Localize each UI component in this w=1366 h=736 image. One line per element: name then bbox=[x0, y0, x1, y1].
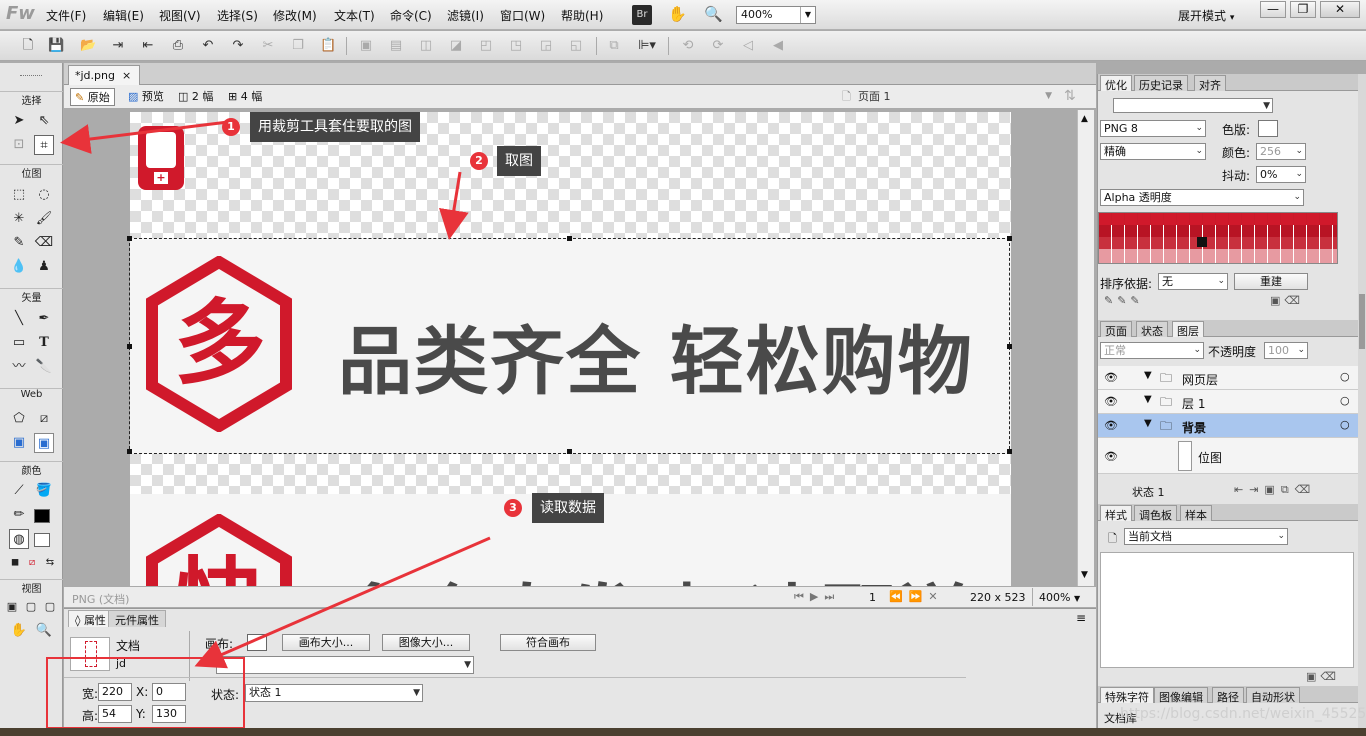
annotation-arrows bbox=[60, 120, 491, 669]
annotation-label-3: 读取数据 bbox=[532, 493, 604, 523]
highlight-box bbox=[46, 657, 245, 729]
annotation-label-2: 取图 bbox=[497, 146, 541, 176]
annotation-number-1: 1 bbox=[222, 118, 240, 136]
annotation-label-1: 用裁剪工具套住要取的图 bbox=[250, 112, 420, 142]
watermark: https://blog.csdn.net/weixin_45525272 bbox=[1120, 706, 1366, 722]
taskbar bbox=[0, 728, 1366, 736]
annotation-number-3: 3 bbox=[504, 499, 522, 517]
annotation-number-2: 2 bbox=[470, 152, 488, 170]
